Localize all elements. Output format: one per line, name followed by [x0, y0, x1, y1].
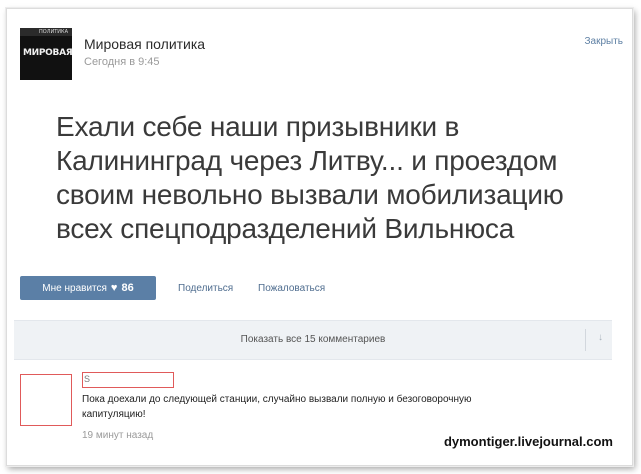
- show-all-comments-bar[interactable]: Показать все 15 комментариев ↓: [14, 320, 612, 360]
- group-avatar[interactable]: ПОЛИТИКА МИРОВАЯ: [20, 28, 72, 80]
- report-link[interactable]: Пожаловаться: [258, 283, 325, 294]
- close-button[interactable]: Закрыть: [584, 36, 623, 47]
- heart-icon: ♥: [110, 281, 118, 294]
- watermark: dymontiger.livejournal.com: [443, 434, 613, 449]
- show-all-comments-label: Показать все 15 комментариев: [240, 334, 386, 345]
- bar-divider: [585, 329, 586, 351]
- avatar-logo-text: МИРОВАЯ: [23, 48, 72, 58]
- avatar-tiny-text: ПОЛИТИКА: [39, 29, 68, 35]
- arrow-down-icon[interactable]: ↓: [598, 332, 603, 343]
- comment-text: Пока доехали до следующей станции, случа…: [82, 394, 472, 420]
- share-link[interactable]: Поделиться: [178, 283, 233, 294]
- post-timestamp[interactable]: Сегодня в 9:45: [84, 56, 160, 68]
- comment-author-initial: S: [84, 374, 91, 384]
- like-label: Мне нравится: [42, 282, 107, 294]
- comment-timestamp[interactable]: 19 минут назад: [82, 430, 153, 441]
- comment-author-name[interactable]: S: [82, 372, 174, 388]
- post-text: Ехали себе наши призывники в Калининград…: [56, 111, 564, 244]
- like-count: 86: [121, 282, 134, 294]
- like-button[interactable]: Мне нравится ♥ 86: [20, 276, 156, 300]
- group-name-link[interactable]: Мировая политика: [84, 36, 205, 52]
- comment-author-avatar[interactable]: [20, 374, 72, 426]
